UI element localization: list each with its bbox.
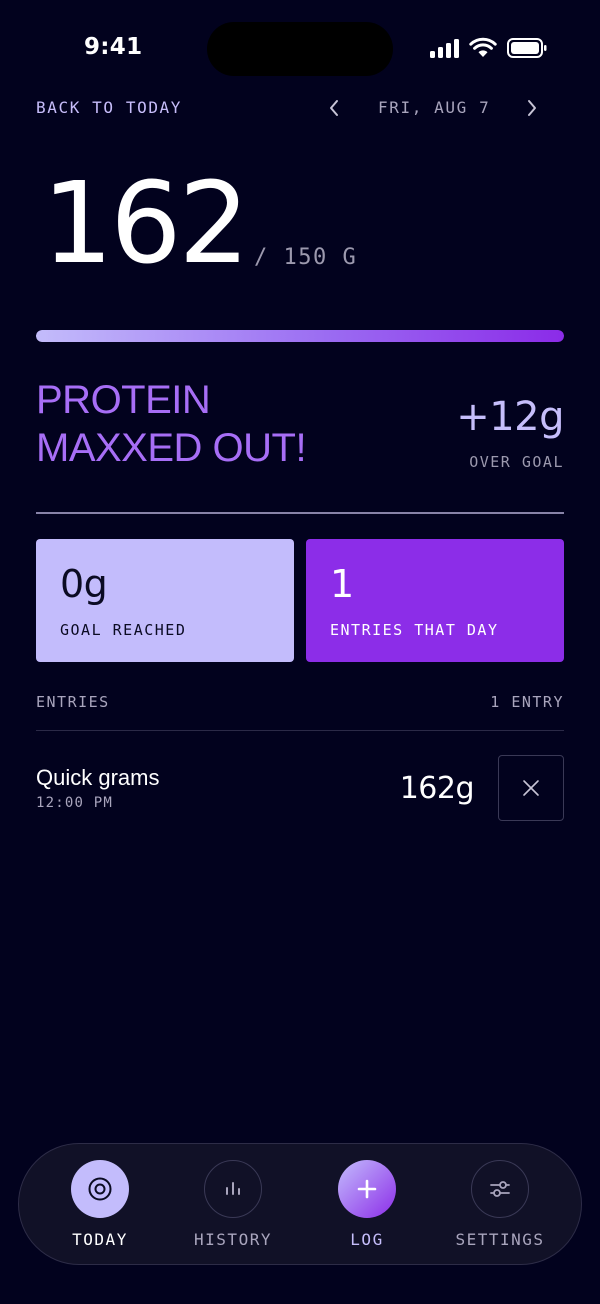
entry-amount: 162g (399, 771, 475, 806)
previous-day-button[interactable] (322, 94, 346, 122)
goal-reached-value: 0g (60, 562, 108, 606)
bar-chart-icon (204, 1160, 262, 1218)
delete-entry-button[interactable] (498, 755, 564, 821)
status-headline: PROTEIN MAXXED OUT! (36, 376, 356, 472)
next-day-button[interactable] (520, 94, 544, 122)
entries-count-label: ENTRIES THAT DAY (330, 621, 499, 639)
entry-time: 12:00 PM (36, 795, 114, 811)
target-icon (71, 1160, 129, 1218)
tab-log-label: LOG (350, 1230, 384, 1249)
plus-icon (338, 1160, 396, 1218)
tab-settings-label: SETTINGS (455, 1230, 545, 1249)
goal-reached-label: GOAL REACHED (60, 621, 187, 639)
tab-settings[interactable]: SETTINGS (440, 1160, 560, 1256)
wifi-icon (469, 37, 497, 57)
tab-history[interactable]: HISTORY (173, 1160, 293, 1256)
progress-bar-fill (36, 330, 564, 342)
over-goal-label: OVER GOAL (469, 453, 564, 471)
tab-log[interactable]: LOG (307, 1160, 427, 1256)
protein-total: 162 (42, 159, 250, 289)
screen: 9:41 BACK TO TODAY FRI, AUG 7 162 / 150 … (0, 0, 600, 1304)
tab-today[interactable]: TODAY (40, 1160, 160, 1256)
chevron-right-icon (528, 100, 536, 116)
sliders-icon (471, 1160, 529, 1218)
headline-line-1: PROTEIN (36, 378, 211, 422)
chevron-left-icon (330, 100, 338, 116)
entries-divider (36, 730, 564, 731)
section-divider (36, 512, 564, 514)
tab-today-label: TODAY (72, 1230, 128, 1249)
protein-goal: / 150 G (254, 245, 358, 270)
status-time: 9:41 (84, 34, 143, 60)
goal-reached-card: 0g GOAL REACHED (36, 539, 294, 662)
list-item: Quick grams 12:00 PM 162g (36, 755, 564, 821)
entries-count-value: 1 (330, 562, 354, 606)
dynamic-island (207, 22, 393, 76)
entries-total: 1 ENTRY (490, 693, 564, 711)
progress-bar (36, 330, 564, 342)
entries-count-card: 1 ENTRIES THAT DAY (306, 539, 564, 662)
headline-line-2: MAXXED OUT! (36, 426, 307, 470)
close-icon (523, 780, 539, 796)
over-goal-amount: +12g (456, 394, 564, 440)
tab-history-label: HISTORY (194, 1230, 272, 1249)
bottom-tab-bar: TODAY HISTORY LOG SETTINGS (18, 1143, 582, 1265)
date-label: FRI, AUG 7 (378, 98, 491, 117)
entry-name: Quick grams (36, 765, 160, 790)
entries-heading: ENTRIES (36, 693, 110, 711)
back-to-today-link[interactable]: BACK TO TODAY (36, 98, 182, 117)
battery-icon (507, 38, 547, 58)
cellular-signal-icon (430, 38, 460, 58)
